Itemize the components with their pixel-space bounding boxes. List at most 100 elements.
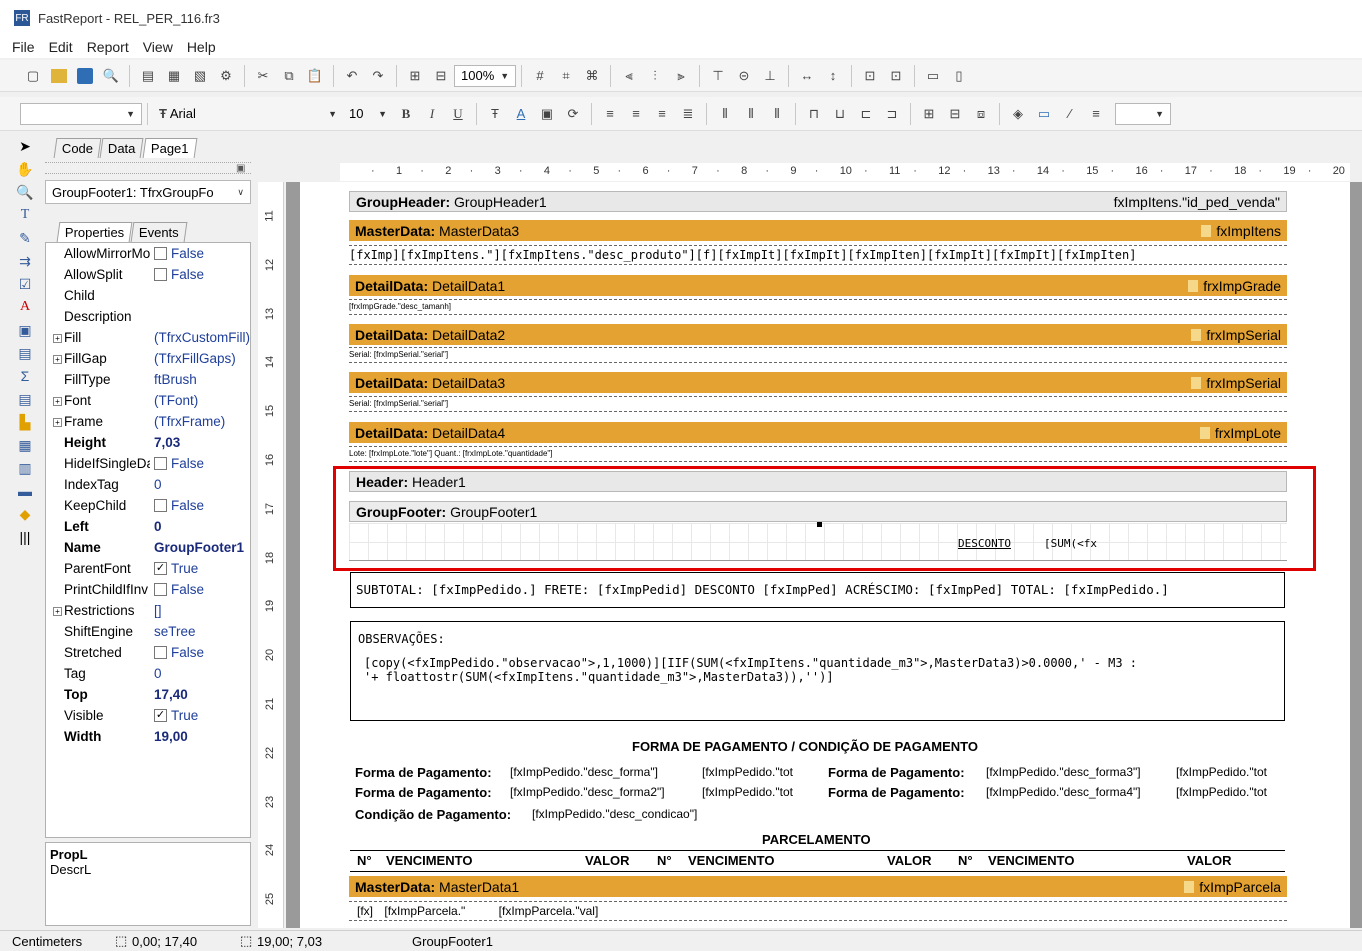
installment-valor-3[interactable]: VALOR — [1187, 853, 1232, 868]
totals-fields[interactable]: SUBTOTAL: [fxImpPedido.] FRETE: [fxImpPe… — [356, 582, 1169, 597]
menu-file[interactable]: File — [12, 39, 35, 55]
align-middle-icon[interactable]: ⊝ — [733, 65, 755, 87]
space-vert-icon[interactable]: ↕ — [822, 65, 844, 87]
installment-no-1[interactable]: N° — [357, 853, 372, 868]
new-dialog-icon[interactable]: ▦ — [163, 65, 185, 87]
tab-properties[interactable]: Properties — [56, 222, 133, 242]
memo-object-icon[interactable]: ▤ — [13, 388, 37, 410]
property-value[interactable]: 17,40 — [150, 687, 250, 702]
preview-icon[interactable]: 🔍 — [100, 65, 122, 87]
line-object-icon[interactable]: ▬ — [13, 480, 37, 502]
menu-edit[interactable]: Edit — [49, 39, 73, 55]
band-groupheader1[interactable]: GroupHeader: GroupHeader1 fxImpItens."id… — [349, 191, 1287, 212]
installment-valor-1[interactable]: VALOR — [585, 853, 630, 868]
object-selector-combo[interactable]: GroupFooter1: TfrxGroupFo ∨ — [45, 180, 251, 204]
installment-no-2[interactable]: N° — [657, 853, 672, 868]
undo-icon[interactable]: ↶ — [341, 65, 363, 87]
text-object-icon[interactable]: A — [13, 296, 37, 318]
frame-none-icon[interactable]: ⊟ — [944, 103, 966, 125]
band-detaildata4[interactable]: DetailData: DetailData4 frxImpLote — [349, 422, 1287, 443]
property-value[interactable]: 7,03 — [150, 435, 250, 450]
property-row[interactable]: ShiftEngine seTree — [46, 621, 250, 642]
ungroup-icon[interactable]: ⊟ — [430, 65, 452, 87]
barcode-object-icon[interactable]: ||| — [13, 526, 37, 548]
installment-venc-3[interactable]: VENCIMENTO — [988, 853, 1074, 868]
property-row[interactable]: Child — [46, 285, 250, 306]
new-page-icon[interactable]: ▤ — [137, 65, 159, 87]
payment-total-4[interactable]: [fxImpPedido."tot — [1176, 785, 1267, 799]
paste-icon[interactable]: 📋 — [304, 65, 326, 87]
payment-title[interactable]: FORMA DE PAGAMENTO / CONDIÇÃO DE PAGAMEN… — [632, 739, 978, 754]
font-color-icon[interactable]: A — [510, 103, 532, 125]
property-row[interactable]: Description — [46, 306, 250, 327]
band-detaildata1[interactable]: DetailData: DetailData1 frxImpGrade — [349, 275, 1287, 296]
checkbox[interactable]: ✓ — [154, 709, 167, 722]
same-height-icon[interactable]: ▯ — [948, 65, 970, 87]
font-name-combo[interactable]: Ŧ Arial ▼ — [153, 103, 343, 125]
masterdata1-fields[interactable]: [fx] [fxImpParcela." [fxImpParcela."val] — [349, 901, 1287, 921]
property-value[interactable]: [] — [150, 603, 250, 618]
property-value[interactable]: (TFont) — [150, 393, 250, 408]
property-row[interactable]: Name GroupFooter1 — [46, 537, 250, 558]
frame-color-icon[interactable]: ▭ — [1033, 103, 1055, 125]
property-value[interactable]: False — [150, 498, 250, 513]
expand-icon[interactable]: + — [53, 397, 62, 406]
property-row[interactable]: HideIfSingleDa False — [46, 453, 250, 474]
align-top-icon[interactable]: ⊤ — [707, 65, 729, 87]
property-value[interactable]: (TfrxCustomFill) — [150, 330, 250, 345]
underline-button[interactable]: U — [447, 103, 469, 125]
same-width-icon[interactable]: ▭ — [922, 65, 944, 87]
inspector-grip[interactable] — [45, 162, 251, 174]
payment-label-2[interactable]: Forma de Pagamento: — [355, 785, 492, 800]
hand-tool-icon[interactable]: ✋ — [13, 158, 37, 180]
property-row[interactable]: Top 17,40 — [46, 684, 250, 705]
menu-report[interactable]: Report — [87, 39, 129, 55]
property-value[interactable]: 0 — [150, 477, 250, 492]
zoom-tool-icon[interactable]: 🔍 — [13, 181, 37, 203]
menu-help[interactable]: Help — [187, 39, 216, 55]
sum-object-icon[interactable]: Σ — [13, 365, 37, 387]
expand-icon[interactable]: + — [53, 355, 62, 364]
text-align-center-icon[interactable]: ≡ — [625, 103, 647, 125]
payment-field-3[interactable]: [fxImpPedido."desc_forma3"] — [986, 765, 1141, 779]
tab-code[interactable]: Code — [53, 138, 102, 158]
payment-field-2[interactable]: [fxImpPedido."desc_forma2"] — [510, 785, 665, 799]
property-value[interactable]: seTree — [150, 624, 250, 639]
property-value[interactable]: GroupFooter1 — [150, 540, 250, 555]
installment-no-3[interactable]: N° — [958, 853, 973, 868]
property-row[interactable]: AllowMirrorMo False — [46, 243, 250, 264]
band-tool-icon[interactable]: ⇉ — [13, 250, 37, 272]
rotate-icon[interactable]: ⟳ — [562, 103, 584, 125]
font-size-combo[interactable]: 10 ▼ — [343, 103, 393, 125]
checkbox[interactable] — [154, 499, 167, 512]
save-icon[interactable] — [74, 65, 96, 87]
group-icon[interactable]: ⊞ — [404, 65, 426, 87]
detaildata3-fields[interactable]: Serial: [frxImpSerial."serial"] — [349, 396, 1287, 412]
property-value[interactable]: False — [150, 582, 250, 597]
show-grid-icon[interactable]: # — [529, 65, 551, 87]
property-value[interactable]: 0 — [150, 666, 250, 681]
property-row[interactable]: + Fill (TfrxCustomFill) — [46, 327, 250, 348]
frame-left-icon[interactable]: ⊏ — [855, 103, 877, 125]
observations-label[interactable]: OBSERVAÇÕES: — [358, 632, 445, 646]
condition-label[interactable]: Condição de Pagamento: — [355, 807, 511, 822]
checkbox[interactable]: ✓ — [154, 562, 167, 575]
property-row[interactable]: AllowSplit False — [46, 264, 250, 285]
property-value[interactable]: False — [150, 645, 250, 660]
page-settings-icon[interactable]: ⚙ — [215, 65, 237, 87]
frame-style-icon[interactable]: ∕ — [1059, 103, 1081, 125]
inspector-close-icon[interactable]: ▣ — [236, 163, 245, 174]
frame-width-combo[interactable]: ▼ — [1115, 102, 1171, 125]
property-value[interactable]: False — [150, 267, 250, 282]
text-align-left-icon[interactable]: ≡ — [599, 103, 621, 125]
zoom-combo[interactable]: 100% ▼ — [454, 64, 516, 87]
text-align-right-icon[interactable]: ≡ — [651, 103, 673, 125]
detaildata4-fields[interactable]: Lote: [frxImpLote."lote"] Quant.: [frxIm… — [349, 446, 1287, 462]
condition-field[interactable]: [fxImpPedido."desc_condicao"] — [532, 807, 697, 821]
property-value[interactable]: False — [150, 246, 250, 261]
highlight-icon[interactable]: ▣ — [536, 103, 558, 125]
frame-right-icon[interactable]: ⊐ — [881, 103, 903, 125]
property-row[interactable]: ParentFont ✓ True — [46, 558, 250, 579]
property-value[interactable]: 0 — [150, 519, 250, 534]
band-detaildata3[interactable]: DetailData: DetailData3 frxImpSerial — [349, 372, 1287, 393]
